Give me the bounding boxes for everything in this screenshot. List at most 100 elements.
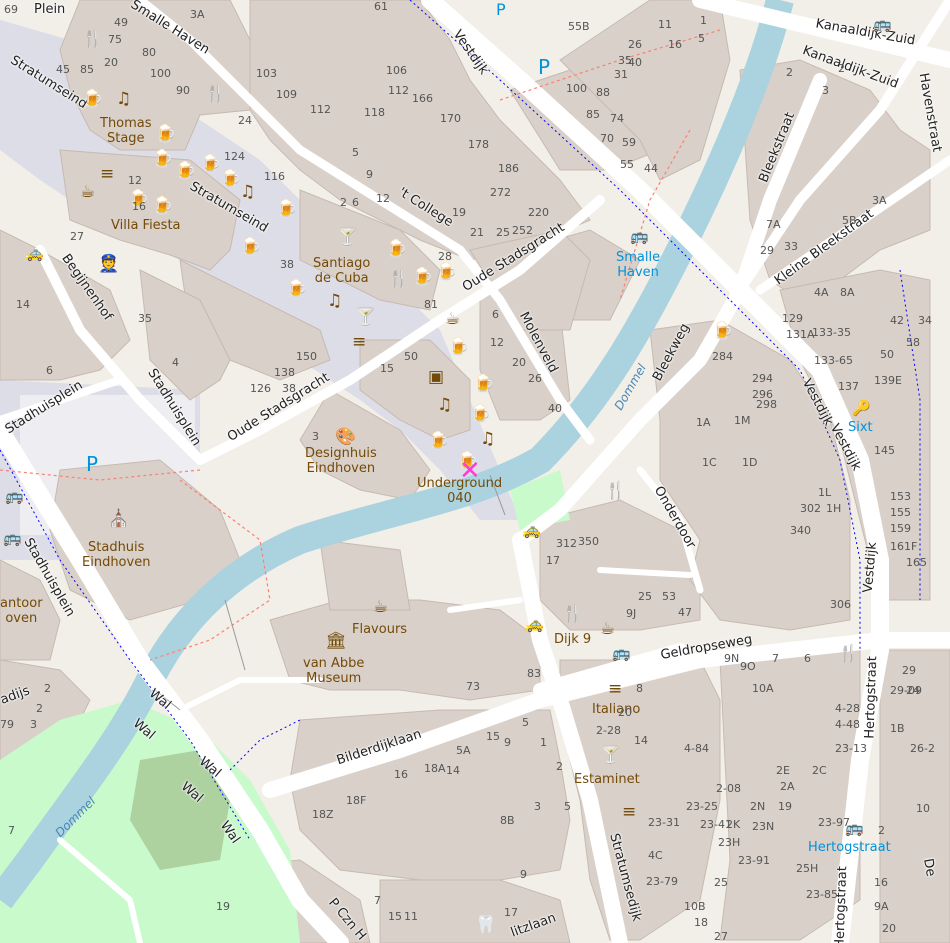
restaurant-icon[interactable]: 🍴 [562, 605, 583, 623]
place-label[interactable]: van Abbe Museum [303, 656, 364, 686]
house-number: 4A [814, 286, 829, 299]
house-number: 340 [790, 524, 811, 537]
bar-icon[interactable]: 🍸 [600, 746, 621, 764]
pub-icon[interactable]: 🍺 [155, 125, 176, 143]
house-number: 4-28 [835, 702, 860, 715]
stop-label[interactable]: Smalle Haven [616, 250, 660, 280]
nightclub-icon[interactable]: ▣ [428, 368, 444, 386]
house-number: 1B [890, 722, 905, 735]
bar-icon[interactable]: 🍸 [355, 308, 376, 326]
pub-icon[interactable]: 🍺 [386, 240, 407, 258]
place-label[interactable]: Thomas Stage [100, 116, 152, 146]
place-label[interactable]: Dijk 9 [554, 632, 591, 647]
cafe-icon[interactable]: ☕ [80, 183, 95, 201]
house-number: 7A [766, 218, 781, 231]
house-number: 20 [512, 356, 526, 369]
pub-icon[interactable]: 🍺 [276, 200, 297, 218]
house-number: 47 [678, 606, 692, 619]
house-number: 74 [610, 112, 624, 125]
townhall-icon[interactable]: ⛪ [108, 510, 129, 528]
pub-icon[interactable]: 🍺 [152, 197, 173, 215]
house-number: 23-25 [686, 800, 718, 813]
place-label[interactable]: Estaminet [574, 772, 640, 787]
burger-icon[interactable]: ≡ [352, 333, 366, 351]
restaurant-icon[interactable]: 🍴 [388, 270, 409, 288]
location-marker-icon[interactable]: ✕ [459, 458, 481, 484]
stop-label[interactable]: Sixt [848, 420, 873, 435]
bus-stop-icon[interactable]: 🚌 [630, 228, 649, 244]
pub-icon[interactable]: 🍺 [712, 322, 733, 340]
house-number: 9O [740, 660, 756, 673]
burger-icon[interactable]: ≡ [608, 680, 622, 698]
police-icon[interactable]: 👮 [98, 255, 119, 273]
pub-icon[interactable]: 🍺 [286, 280, 307, 298]
pub-icon[interactable]: 🍺 [428, 432, 449, 450]
bus-stop-icon[interactable]: 🚌 [873, 16, 892, 32]
cafe-icon[interactable]: ☕ [373, 598, 388, 616]
pub-icon[interactable]: 🍺 [200, 155, 221, 173]
house-number: 350 [578, 535, 599, 548]
museum-icon[interactable]: 🏛 [325, 632, 347, 650]
pub-icon[interactable]: 🍺 [473, 375, 494, 393]
house-number: 1 [540, 736, 547, 749]
house-number: 7 [772, 652, 779, 665]
pub-icon[interactable]: 🍺 [240, 238, 261, 256]
pub-icon[interactable]: 🍺 [448, 338, 469, 356]
restaurant-icon[interactable]: 🍴 [205, 85, 226, 103]
place-label[interactable]: Italiano [592, 702, 640, 717]
house-number: 83 [527, 667, 541, 680]
house-number: 6 [352, 196, 359, 209]
house-number: 11 [404, 910, 418, 923]
music-icon[interactable]: ♫ [327, 292, 342, 310]
burger-icon[interactable]: ≡ [100, 165, 114, 183]
dentist-icon[interactable]: 🦷 [475, 916, 496, 934]
music-icon[interactable]: ♫ [480, 430, 495, 448]
music-icon[interactable]: ♫ [240, 183, 255, 201]
map-view[interactable]: Thomas Stage Villa Fiesta Santiago de Cuba… [0, 0, 950, 943]
stop-label[interactable]: Hertogstraat [808, 840, 891, 855]
car-rental-icon[interactable]: 🔑 [852, 400, 871, 416]
house-number: 106 [386, 64, 407, 77]
taxi-icon[interactable]: 🚕 [522, 522, 541, 538]
taxi-icon[interactable]: 🚕 [25, 245, 44, 261]
bar-icon[interactable]: 🍸 [337, 228, 358, 246]
house-number: 23-85 [806, 888, 838, 901]
burger-icon[interactable]: ≡ [622, 803, 636, 821]
house-number: 2C [812, 764, 827, 777]
place-label[interactable]: Villa Fiesta [111, 218, 181, 233]
music-icon[interactable]: ♫ [116, 90, 131, 108]
restaurant-icon[interactable]: 🍴 [82, 30, 103, 48]
parking-label: P [496, 0, 506, 19]
place-label[interactable]: Santiago de Cuba [313, 256, 370, 286]
pub-icon[interactable]: 🍺 [220, 170, 241, 188]
bus-stop-icon[interactable]: 🚌 [612, 645, 631, 661]
house-number: 5 [698, 32, 705, 45]
pub-icon[interactable]: 🍺 [470, 405, 491, 423]
house-number: 10 [916, 802, 930, 815]
place-label[interactable]: Flavours [352, 622, 407, 637]
house-number: 80 [142, 46, 156, 59]
house-number: 25 [496, 226, 510, 239]
music-icon[interactable]: ♫ [437, 396, 452, 414]
pub-icon[interactable]: 🍺 [412, 268, 433, 286]
restaurant-icon[interactable]: 🍴 [605, 482, 626, 500]
place-label[interactable]: Stadhuis Eindhoven [82, 540, 150, 570]
pub-icon[interactable]: 🍺 [436, 263, 457, 281]
art-icon[interactable]: 🎨 [335, 428, 356, 446]
bus-stop-icon[interactable]: 🚌 [5, 488, 24, 504]
house-number: 14 [634, 734, 648, 747]
restaurant-icon[interactable]: 🍴 [838, 645, 859, 663]
pub-icon[interactable]: 🍺 [175, 162, 196, 180]
bus-stop-icon[interactable]: 🚌 [3, 530, 22, 546]
house-number: 150 [296, 350, 317, 363]
cafe-icon[interactable]: ☕ [600, 620, 615, 638]
house-number: 2A [780, 780, 795, 793]
pub-icon[interactable]: 🍺 [82, 90, 103, 108]
house-number: 27 [714, 930, 728, 943]
pub-icon[interactable]: 🍺 [152, 150, 173, 168]
house-number: 9 [504, 736, 511, 749]
cafe-icon[interactable]: ☕ [445, 310, 460, 328]
place-label[interactable]: antoor oven [0, 596, 43, 626]
taxi-icon[interactable]: 🚕 [525, 616, 544, 632]
place-label[interactable]: Designhuis Eindhoven [305, 446, 377, 476]
